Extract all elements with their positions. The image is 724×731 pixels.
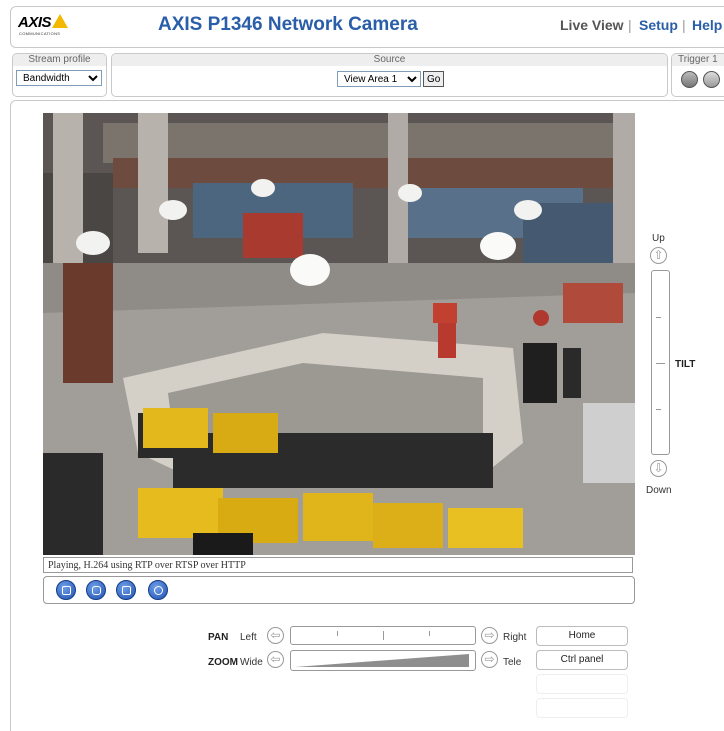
logo-subtext: COMMUNICATIONS xyxy=(19,31,61,36)
trigger-box: Trigger 1 xyxy=(671,53,724,97)
zoom-wide-label: Wide xyxy=(240,657,263,668)
zoom-label: ZOOM xyxy=(208,657,238,668)
arrow-down-icon: ⇩ xyxy=(653,461,664,475)
zoom-tele-button[interactable]: ⇨ xyxy=(481,651,498,668)
tilt-label: TILT xyxy=(675,359,696,370)
crosshair-icon xyxy=(154,586,163,595)
zoom-tele-label: Tele xyxy=(503,657,522,668)
nav-live-view[interactable]: Live View xyxy=(560,17,624,33)
page-title: AXIS P1346 Network Camera xyxy=(158,14,418,35)
logo-triangle-icon xyxy=(52,14,69,28)
pan-left-label: Left xyxy=(240,632,257,643)
fullscreen-icon xyxy=(122,586,131,595)
empty-button-slot xyxy=(536,698,628,718)
ptz-click-button[interactable] xyxy=(148,580,168,600)
trigger-off-button[interactable] xyxy=(703,71,720,88)
ctrl-panel-button[interactable]: Ctrl panel xyxy=(536,650,628,670)
zoom-wide-button[interactable]: ⇦ xyxy=(267,651,284,668)
tilt-down-button[interactable]: ⇩ xyxy=(650,460,667,477)
arrow-right-icon: ⇨ xyxy=(484,628,495,642)
stop-icon xyxy=(62,586,71,595)
source-box: Source View Area 1 Go xyxy=(111,53,668,97)
video-stream[interactable] xyxy=(43,113,635,555)
zoom-wedge xyxy=(295,654,469,667)
empty-button-slot xyxy=(536,674,628,694)
source-select[interactable]: View Area 1 xyxy=(337,71,421,87)
axis-logo[interactable]: AXIS xyxy=(18,14,69,31)
trigger-label: Trigger 1 xyxy=(672,54,724,66)
stop-button[interactable] xyxy=(56,580,76,600)
stream-profile-select[interactable]: Bandwidth xyxy=(16,70,102,86)
trigger-on-button[interactable] xyxy=(681,71,698,88)
arrow-up-icon: ⇧ xyxy=(653,248,664,262)
nav-separator: | xyxy=(682,17,686,33)
pan-left-button[interactable]: ⇦ xyxy=(267,627,284,644)
arrow-right-icon: ⇨ xyxy=(484,652,495,666)
arrow-left-icon: ⇦ xyxy=(270,628,281,642)
nav-separator: | xyxy=(628,17,632,33)
zoom-slider[interactable] xyxy=(290,650,476,671)
tilt-up-label: Up xyxy=(652,233,665,244)
pan-right-label: Right xyxy=(503,632,527,643)
pan-label: PAN xyxy=(208,632,229,643)
stream-profile-label: Stream profile xyxy=(13,54,106,66)
tilt-up-button[interactable]: ⇧ xyxy=(650,247,667,264)
camera-icon xyxy=(92,586,101,595)
nav-help[interactable]: Help xyxy=(692,17,722,33)
store-scene-image xyxy=(43,113,635,555)
fullscreen-button[interactable] xyxy=(116,580,136,600)
go-button[interactable]: Go xyxy=(423,71,445,87)
nav-setup[interactable]: Setup xyxy=(639,17,678,33)
arrow-left-icon: ⇦ xyxy=(270,652,281,666)
home-button[interactable]: Home xyxy=(536,626,628,646)
tilt-slider[interactable] xyxy=(651,270,670,455)
tilt-down-label: Down xyxy=(646,485,672,496)
source-label: Source xyxy=(112,54,667,66)
pan-right-button[interactable]: ⇨ xyxy=(481,627,498,644)
snapshot-button[interactable] xyxy=(86,580,106,600)
pan-slider[interactable] xyxy=(290,626,476,645)
video-status-bar: Playing, H.264 using RTP over RTSP over … xyxy=(43,557,633,573)
stream-profile-box: Stream profile Bandwidth xyxy=(12,53,107,97)
